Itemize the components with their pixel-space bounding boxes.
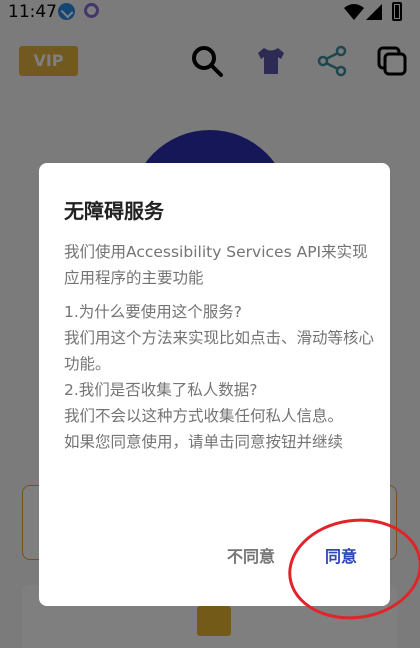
- dialog-paragraph-1: 我们使用Accessibility Services API来实现应用程序的主要…: [64, 243, 368, 287]
- decline-button[interactable]: 不同意: [227, 543, 275, 567]
- dialog-body: 我们使用Accessibility Services API来实现应用程序的主要…: [64, 239, 374, 463]
- dialog-title: 无障碍服务: [64, 199, 164, 223]
- dialog-paragraph-2: 1.为什么要使用这个服务? 我们用这个方法来实现比如点击、滑动等核心功能。 2.…: [64, 303, 375, 451]
